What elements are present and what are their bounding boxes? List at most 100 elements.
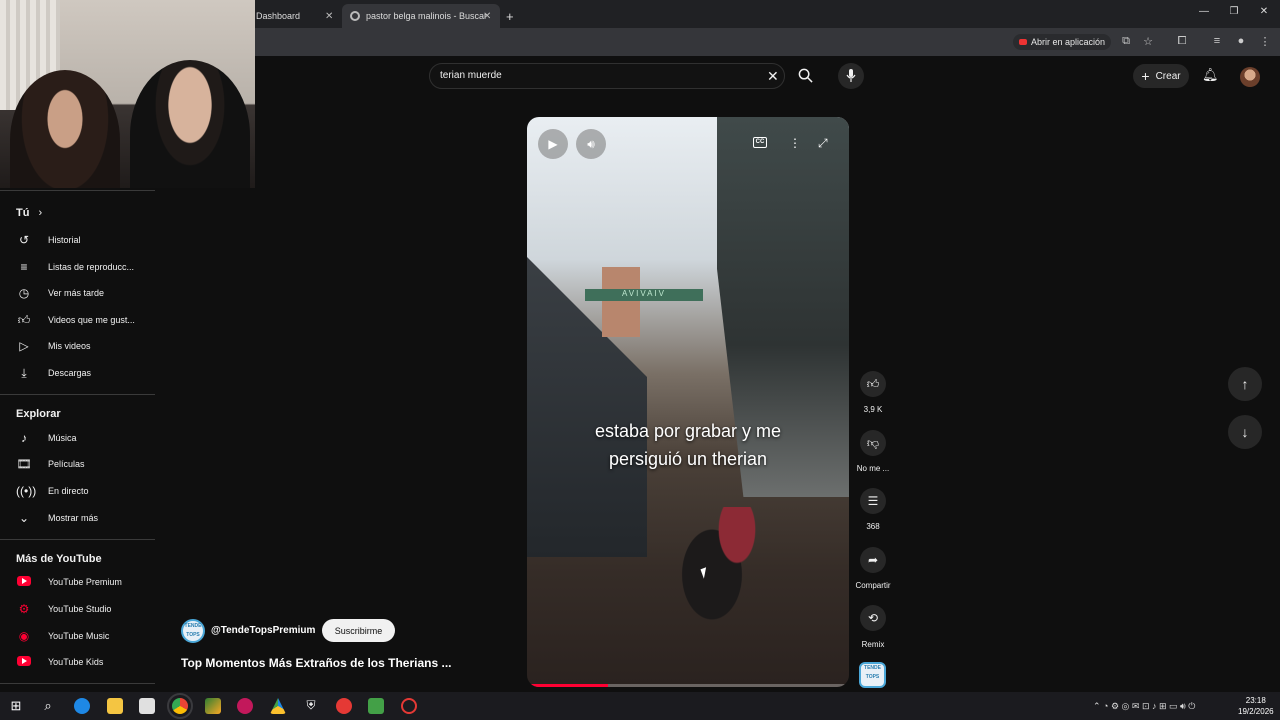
fullscreen-icon[interactable]: ⤢ — [818, 136, 828, 151]
sidebar-item-liked[interactable]: 👍︎ Videos que me gust... — [16, 311, 156, 329]
search-icon[interactable] — [798, 68, 813, 86]
clock[interactable]: 23:18 19/2/2026 — [1238, 695, 1274, 717]
previous-short-button[interactable]: ↑ — [1228, 367, 1262, 401]
chrome-icon[interactable] — [167, 693, 193, 719]
sidebar-item-music-app[interactable]: ◉ YouTube Music — [16, 627, 156, 645]
profile-icon[interactable]: ● — [1234, 35, 1248, 47]
channel-name[interactable]: @TendeTopsPremium — [211, 625, 315, 636]
short-title[interactable]: Top Momentos Más Extraños de los Therian… — [181, 656, 452, 670]
dislike-button[interactable]: 👎︎ — [860, 430, 886, 456]
volume-button[interactable]: 🔊︎ — [576, 129, 606, 159]
thumb-up-icon: 👍︎ — [17, 312, 31, 327]
caption-line: estaba por grabar y me — [594, 421, 782, 441]
clear-search-icon[interactable]: ✕ — [767, 68, 779, 85]
app-icon[interactable] — [205, 698, 221, 714]
download-icon: ⤓ — [21, 365, 27, 380]
file-explorer-icon[interactable] — [107, 698, 123, 714]
windows-taskbar — [0, 692, 1280, 720]
share-button[interactable]: ➦ — [860, 547, 886, 573]
channel-avatar[interactable]: TENDE TOPS — [181, 619, 205, 643]
sidebar-item-my-videos[interactable]: ▷ Mis videos — [16, 337, 156, 355]
video-caption: estaba por grabar y me persiguió un ther… — [527, 417, 849, 473]
minimize-icon[interactable]: — — [1196, 6, 1212, 17]
voice-search-icon[interactable] — [838, 63, 864, 89]
new-tab-icon[interactable]: + — [506, 4, 514, 28]
sidebar-item-studio[interactable]: ⚙ YouTube Studio — [16, 600, 156, 618]
bookmark-star-icon[interactable]: ☆ — [1141, 35, 1155, 48]
arrow-up-icon: ↑ — [1241, 376, 1249, 392]
search-input[interactable] — [440, 70, 740, 81]
sidebar-item-label: Ver más tarde — [48, 288, 105, 298]
create-button[interactable]: + Crear — [1133, 64, 1189, 88]
captions-button[interactable]: CC — [753, 137, 767, 148]
tab-label: Dashboard — [256, 11, 301, 21]
menu-dots-icon[interactable]: ⋮ — [1258, 35, 1272, 48]
sidebar-item-kids[interactable]: YouTube Kids — [16, 653, 156, 671]
tab-search[interactable]: pastor belga malinois - Buscar ✕ — [342, 4, 500, 28]
store-icon[interactable] — [139, 698, 155, 714]
tab-dashboard[interactable]: Dashboard ✕ — [256, 4, 344, 28]
sidebar-item-music[interactable]: ♪ Música — [16, 429, 156, 447]
avatar[interactable] — [1240, 67, 1260, 87]
sidebar-item-movies[interactable]: 🎞︎ Películas — [16, 455, 156, 473]
sidebar-item-downloads[interactable]: ⤓ Descargas — [16, 364, 156, 382]
sidebar-item-label: Mostrar más — [48, 513, 99, 523]
sidebar-item-live[interactable]: ((•)) En directo — [16, 482, 156, 500]
sidebar-item-historial[interactable]: ↺ Historial — [16, 231, 156, 249]
obs-icon[interactable] — [401, 698, 417, 714]
sidebar-you-heading[interactable]: Tú › — [16, 207, 42, 219]
restore-icon[interactable]: ❐ — [1226, 6, 1242, 17]
comments-button[interactable]: ☰ — [860, 488, 886, 514]
comment-count: 368 — [866, 522, 880, 531]
tray-icons[interactable]: ⌃ ◔ ⚙ ◎ ✉ ⊡ ♪ ⊞ ▭ 🔊︎ ⏻ — [1093, 701, 1195, 712]
playlist-icon: ≡ — [20, 260, 28, 274]
channel-thumbnail[interactable]: TENDE TOPS — [859, 662, 886, 688]
sidebar-item-label: Música — [48, 433, 77, 443]
youtube-taskbar-icon[interactable] — [336, 698, 352, 714]
app-icon[interactable] — [368, 698, 384, 714]
install-icon[interactable]: ⧉ — [1119, 35, 1133, 48]
caption-line: persiguió un therian — [608, 449, 768, 469]
notifications-bell-icon[interactable]: 🔔︎ — [1202, 67, 1219, 83]
sidebar-item-premium[interactable]: YouTube Premium — [16, 573, 156, 591]
subscribe-button[interactable]: Suscribirme — [322, 619, 395, 642]
sidebar-item-label: Historial — [48, 235, 81, 245]
close-tab-icon[interactable]: ✕ — [325, 11, 333, 22]
shield-icon[interactable]: ⛨ — [303, 698, 319, 714]
next-short-button[interactable]: ↓ — [1228, 415, 1262, 449]
remix-button[interactable]: ⟲ — [860, 605, 886, 631]
short-video-player[interactable]: AVIVAIV ▶ 🔊︎ CC ⋮ ⤢ estaba por grabar y … — [527, 117, 849, 687]
sidebar-item-label: YouTube Studio — [48, 604, 112, 614]
edge-icon[interactable] — [74, 698, 90, 714]
youtube-studio-icon: ⚙ — [18, 602, 30, 616]
media-icon[interactable]: ≡ — [1210, 35, 1224, 47]
sidebar-explore-heading: Explorar — [16, 408, 61, 420]
progress-fill — [527, 684, 608, 687]
chevron-right-icon: › — [38, 207, 43, 219]
share-icon: ➦ — [867, 553, 879, 567]
like-button[interactable]: 👍︎ — [860, 371, 886, 397]
history-icon: ↺ — [18, 233, 30, 247]
sidebar-item-show-more[interactable]: ⌄ Mostrar más — [16, 509, 156, 527]
youtube-premium-icon — [16, 575, 32, 589]
youtube-music-icon: ◉ — [18, 629, 30, 643]
close-tab-icon[interactable]: ✕ — [483, 11, 491, 22]
sidebar-item-label: Listas de reproducc... — [48, 262, 135, 272]
app-icon[interactable] — [237, 698, 253, 714]
remix-icon: ⟲ — [867, 611, 879, 625]
thumb-up-icon: 👍︎ — [866, 376, 880, 391]
extensions-icon[interactable]: ⧠ — [1175, 35, 1189, 48]
sidebar-item-watch-later[interactable]: ◷ Ver más tarde — [16, 284, 156, 302]
sidebar-item-label: En directo — [48, 486, 89, 496]
open-in-app-label: Abrir en aplicación — [1031, 37, 1106, 47]
sidebar-item-playlists[interactable]: ≡ Listas de reproducc... — [16, 258, 156, 276]
more-options-icon[interactable]: ⋮ — [789, 136, 801, 150]
film-icon: 🎞︎ — [16, 457, 32, 471]
search-taskbar-icon[interactable]: ⌕ — [40, 698, 56, 714]
open-in-app-button[interactable]: Abrir en aplicación — [1013, 34, 1112, 50]
play-button[interactable]: ▶ — [538, 129, 568, 159]
chevron-down-icon: ⌄ — [18, 511, 30, 525]
windows-start-icon[interactable]: ⊞ — [8, 698, 24, 714]
progress-bar[interactable] — [527, 684, 849, 687]
close-window-icon[interactable]: ✕ — [1256, 6, 1272, 17]
